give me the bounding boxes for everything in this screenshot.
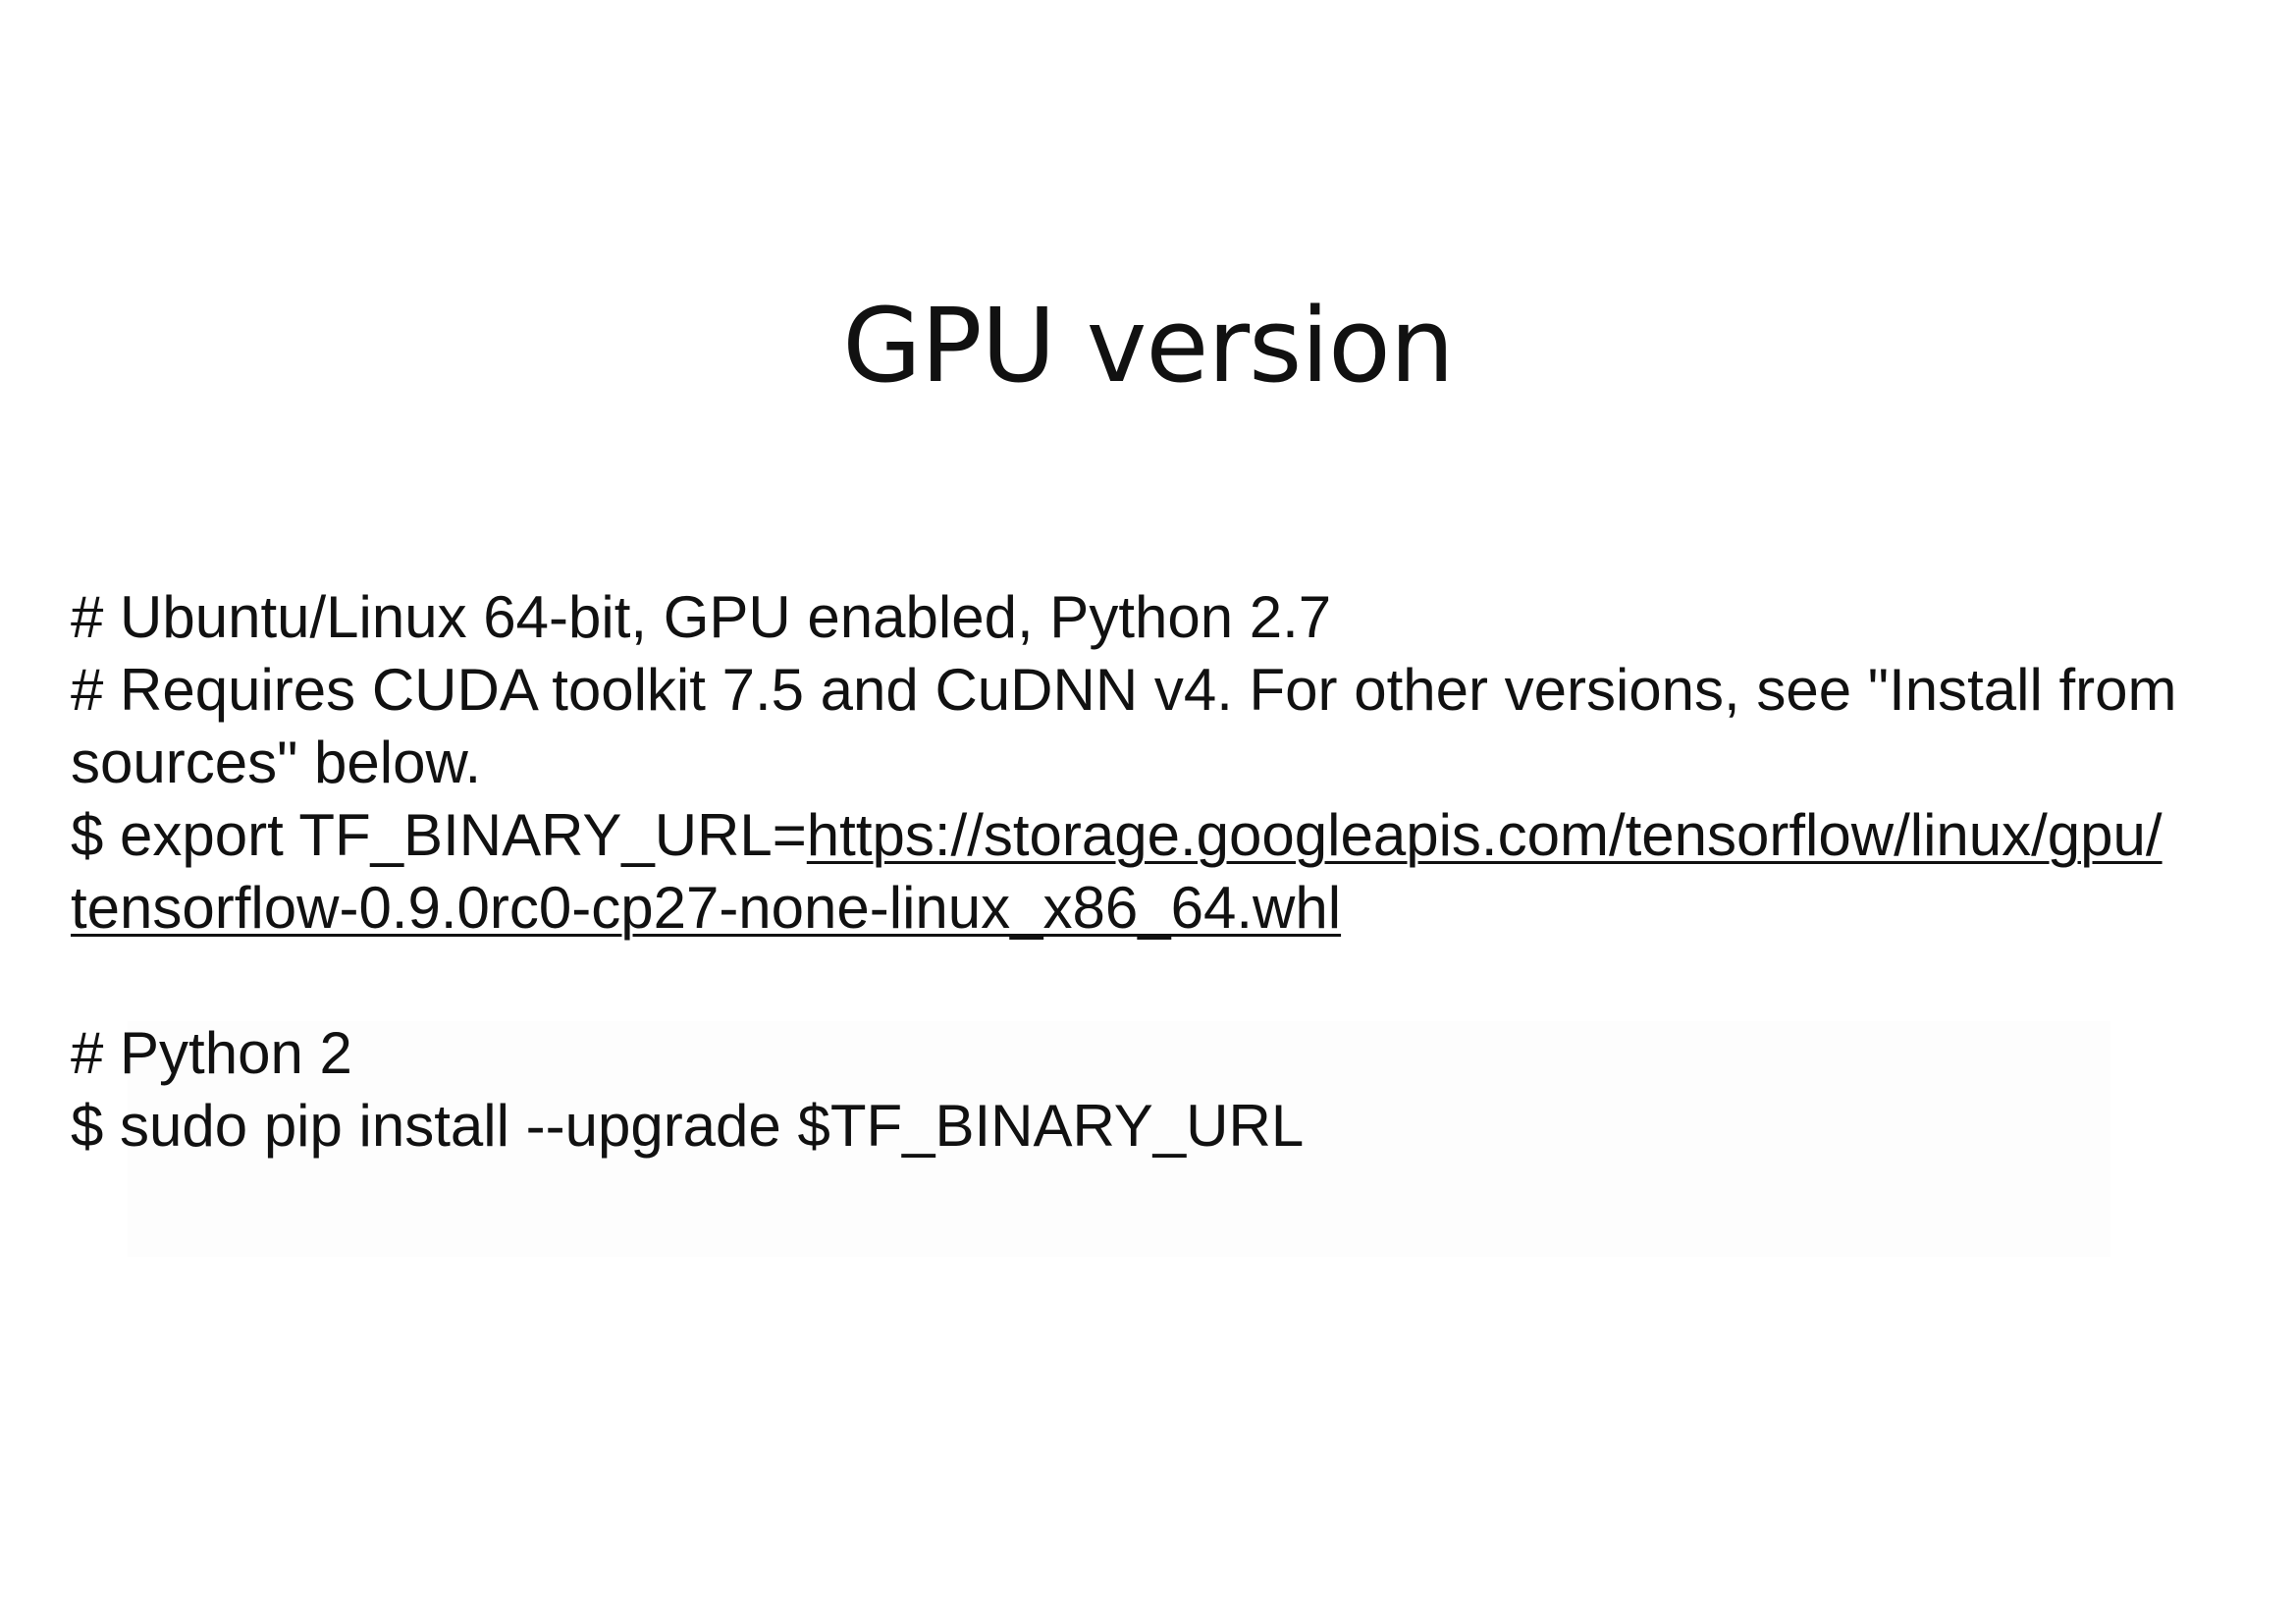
export-url-continued-line: tensorflow-0.9.0rc0-cp27-none-linux_x86_…	[71, 872, 2250, 945]
tensorflow-binary-url-link[interactable]: https://storage.googleapis.com/tensorflo…	[807, 802, 2163, 868]
slide-body: # Ubuntu/Linux 64-bit, GPU enabled, Pyth…	[71, 581, 2250, 1163]
pip-install-command: $ sudo pip install --upgrade $TF_BINARY_…	[71, 1093, 1305, 1159]
comment-requirements-continued: sources" below.	[71, 730, 482, 795]
export-command-prefix: $ export TF_BINARY_URL=	[71, 802, 807, 868]
comment-requirements: # Requires CUDA toolkit 7.5 and CuDNN v4…	[71, 657, 2177, 723]
slide-title: GPU version	[842, 286, 1454, 406]
export-command-line: $ export TF_BINARY_URL=https://storage.g…	[71, 799, 2250, 872]
tensorflow-wheel-file-link[interactable]: tensorflow-0.9.0rc0-cp27-none-linux_x86_…	[71, 875, 1341, 941]
comment-platform: # Ubuntu/Linux 64-bit, GPU enabled, Pyth…	[71, 584, 1332, 650]
python-comment: # Python 2	[71, 1020, 352, 1086]
